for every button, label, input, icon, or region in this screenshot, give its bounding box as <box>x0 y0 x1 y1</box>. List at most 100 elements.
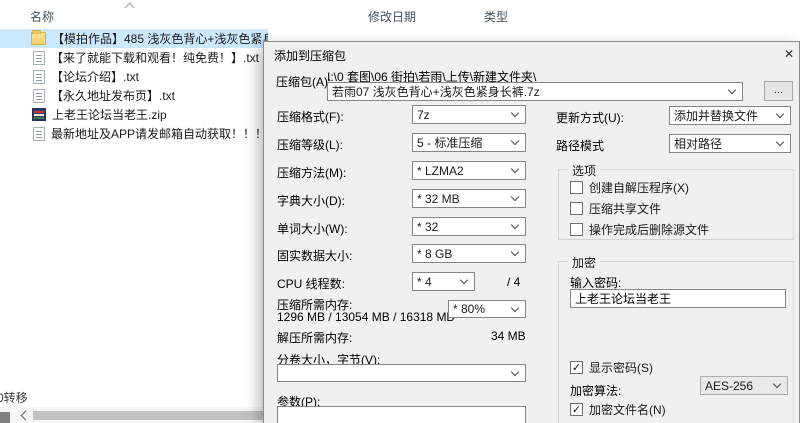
show-password-label: 显示密码(S) <box>589 359 653 376</box>
background-window-corner <box>0 412 10 423</box>
format-value: 7z <box>417 108 512 122</box>
encryption-group: 加密 输入密码: ✓ 显示密码(S) 加密算法: AES-256 ✓ 加密文件名… <box>558 261 794 423</box>
checkbox-unchecked-icon[interactable] <box>570 223 583 236</box>
password-input[interactable] <box>570 289 786 308</box>
archive-name-value: 若雨07 浅灰色背心+浅灰色紧身长裤.7z <box>332 83 729 100</box>
method-value: * LZMA2 <box>417 164 512 178</box>
scrollbar-thumb[interactable] <box>33 411 263 420</box>
compress-memory-values: 1296 MB / 13054 MB / 16318 MB <box>277 310 454 324</box>
chevron-down-icon[interactable] <box>776 138 784 146</box>
file-name: 【论坛介绍】.txt <box>51 68 139 85</box>
memory-percent-value: * 80% <box>453 302 512 316</box>
create-sfx-label: 创建自解压程序(X) <box>589 179 689 196</box>
update-mode-label: 更新方式(U): <box>556 109 624 126</box>
chevron-down-icon[interactable] <box>511 193 519 201</box>
delete-after-checkbox[interactable]: 操作完成后删除源文件 <box>570 221 709 238</box>
update-mode-select[interactable]: 添加并替换文件 <box>669 106 791 125</box>
solid-block-size-value: * 8 GB <box>417 247 512 261</box>
solid-block-size-select[interactable]: * 8 GB <box>412 244 526 263</box>
method-label: 压缩方法(M): <box>277 164 346 181</box>
chevron-down-icon[interactable] <box>511 221 519 229</box>
encryption-group-title: 加密 <box>568 254 600 271</box>
dictionary-size-value: * 32 MB <box>417 192 512 206</box>
compress-shared-checkbox[interactable]: 压缩共享文件 <box>570 200 661 217</box>
word-size-label: 单词大小(W): <box>277 220 348 237</box>
compress-shared-label: 压缩共享文件 <box>589 200 661 217</box>
dictionary-size-label: 字典大小(D): <box>277 192 345 209</box>
file-name: 上老王论坛当老王.zip <box>52 106 167 123</box>
chevron-down-icon[interactable] <box>511 248 519 256</box>
close-icon[interactable]: ✕ <box>780 45 798 63</box>
column-header-type[interactable]: 类型 <box>484 8 508 25</box>
file-row[interactable]: 【模拍作品】485 浅灰色背心+浅灰色紧身长裤 <box>0 29 268 48</box>
chevron-down-icon[interactable] <box>773 380 781 388</box>
dictionary-size-select[interactable]: * 32 MB <box>412 189 526 208</box>
file-row[interactable]: 【来了就能下载和观看！纯免费！】.txt <box>0 48 268 67</box>
chevron-down-icon[interactable] <box>460 276 468 284</box>
sort-ascending-icon <box>125 3 135 13</box>
encryption-method-select[interactable]: AES-256 <box>700 376 788 395</box>
options-group: 选项 创建自解压程序(X) 压缩共享文件 操作完成后删除源文件 <box>558 169 794 240</box>
show-password-checkbox[interactable]: ✓ 显示密码(S) <box>570 359 653 376</box>
delete-after-label: 操作完成后删除源文件 <box>589 221 709 238</box>
chevron-down-icon[interactable] <box>776 110 784 118</box>
encryption-method-value: AES-256 <box>705 379 774 393</box>
format-label: 压缩格式(F): <box>277 108 344 125</box>
text-file-icon <box>33 127 45 141</box>
cpu-threads-select[interactable]: * 4 <box>412 272 475 291</box>
cpu-threads-value: * 4 <box>417 275 461 289</box>
memory-percent-select[interactable]: * 80% <box>448 300 526 318</box>
file-row[interactable]: 上老王论坛当老王.zip <box>0 105 268 124</box>
options-group-title: 选项 <box>568 162 600 179</box>
file-name: 最新地址及APP请发邮箱自动获取！！！.txt <box>51 125 268 142</box>
encrypt-file-names-checkbox[interactable]: ✓ 加密文件名(N) <box>570 401 666 418</box>
level-select[interactable]: 5 - 标准压缩 <box>412 133 526 152</box>
encryption-method-label: 加密算法: <box>570 382 621 399</box>
column-header-date-modified[interactable]: 修改日期 <box>368 8 416 25</box>
status-text-fragment: 0转移 <box>0 389 28 406</box>
file-name: 【来了就能下载和观看！纯免费！】.txt <box>51 49 259 66</box>
column-header-name[interactable]: 名称 <box>30 8 54 25</box>
checkbox-unchecked-icon[interactable] <box>570 181 583 194</box>
add-to-archive-dialog: 添加到压缩包 ✕ 压缩包(A): I:\0 套图\06 街拍\若雨\上传\新建文… <box>263 41 800 423</box>
chevron-down-icon[interactable] <box>511 303 519 311</box>
text-file-icon <box>33 51 45 65</box>
zip-archive-icon <box>32 108 46 121</box>
parameters-input[interactable] <box>277 406 526 423</box>
solid-block-size-label: 固实数据大小: <box>277 247 352 264</box>
chevron-down-icon[interactable] <box>511 367 519 375</box>
path-mode-label: 路径模式 <box>556 137 604 154</box>
file-row[interactable]: 【论坛介绍】.txt <box>0 67 268 86</box>
method-select[interactable]: * LZMA2 <box>412 161 526 180</box>
checkbox-unchecked-icon[interactable] <box>570 202 583 215</box>
volume-size-combobox[interactable] <box>277 364 526 382</box>
word-size-value: * 32 <box>417 220 512 234</box>
archive-label: 压缩包(A): <box>276 73 331 90</box>
level-label: 压缩等级(L): <box>277 136 343 153</box>
decompress-memory-value: 34 MB <box>491 329 526 343</box>
dialog-title: 添加到压缩包 <box>274 47 346 64</box>
chevron-down-icon[interactable] <box>511 109 519 117</box>
path-mode-value: 相对路径 <box>674 135 777 152</box>
file-row[interactable]: 最新地址及APP请发邮箱自动获取！！！.txt <box>0 124 268 143</box>
chevron-down-icon[interactable] <box>511 137 519 145</box>
archive-name-combobox[interactable]: 若雨07 浅灰色背心+浅灰色紧身长裤.7z <box>327 82 743 101</box>
checkbox-checked-icon[interactable]: ✓ <box>570 403 583 416</box>
chevron-down-icon[interactable] <box>728 86 736 94</box>
cpu-threads-label: CPU 线程数: <box>277 275 345 292</box>
word-size-select[interactable]: * 32 <box>412 217 526 236</box>
encrypt-file-names-label: 加密文件名(N) <box>589 401 666 418</box>
create-sfx-checkbox[interactable]: 创建自解压程序(X) <box>570 179 689 196</box>
file-name: 【模拍作品】485 浅灰色背心+浅灰色紧身长裤 <box>52 30 268 47</box>
chevron-down-icon[interactable] <box>511 165 519 173</box>
folder-icon <box>31 32 46 45</box>
explorer-window: 名称 修改日期 类型 【模拍作品】485 浅灰色背心+浅灰色紧身长裤 【来了就能… <box>0 0 800 423</box>
checkbox-checked-icon[interactable]: ✓ <box>570 361 583 374</box>
text-file-icon <box>33 70 45 84</box>
file-row[interactable]: 【永久地址发布页】.txt <box>0 86 268 105</box>
cpu-threads-max: / 4 <box>507 275 520 289</box>
text-file-icon <box>33 89 45 103</box>
format-select[interactable]: 7z <box>412 105 526 124</box>
browse-button[interactable]: ... <box>764 81 793 101</box>
path-mode-select[interactable]: 相对路径 <box>669 134 791 153</box>
